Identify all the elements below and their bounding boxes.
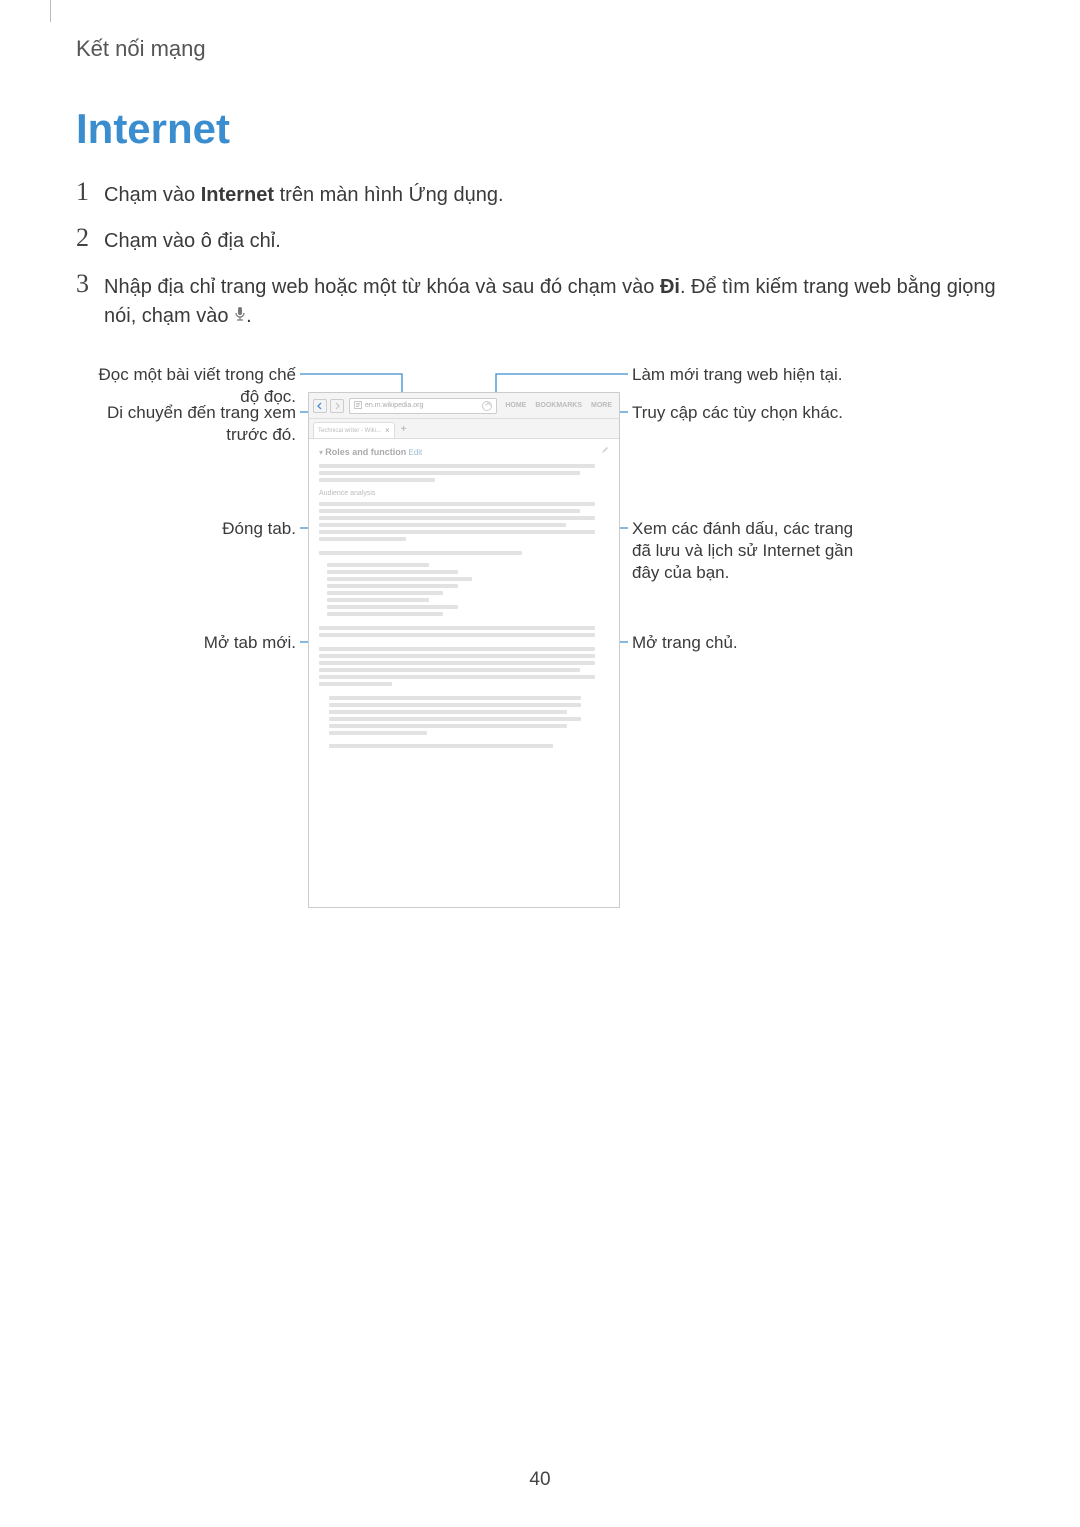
toolbar-home[interactable]: HOME	[502, 402, 529, 409]
tab-close-icon[interactable]: ×	[385, 426, 390, 435]
step-3: 3 Nhập địa chỉ trang web hoặc một từ khó…	[76, 270, 996, 331]
step-text-post: trên màn hình Ứng dụng.	[274, 184, 503, 206]
browser-tab[interactable]: Technical writer - Wiki... ×	[313, 422, 395, 438]
step-1: 1 Chạm vào Internet trên màn hình Ứng dụ…	[76, 178, 996, 210]
step-text-bold: Internet	[201, 184, 274, 206]
content-section-title: Roles and function	[325, 447, 406, 457]
browser-screenshot: en.m.wikipedia.org HOME BOOKMARKS MORE T…	[308, 392, 620, 908]
step-text-pre: Nhập địa chỉ trang web hoặc một từ khóa …	[104, 276, 660, 298]
step-text-pre: Chạm vào	[104, 184, 201, 206]
tab-strip: Technical writer - Wiki... × +	[309, 419, 619, 439]
callout-new-tab: Mở tab mới.	[204, 632, 296, 654]
callout-refresh: Làm mới trang web hiện tại.	[632, 364, 843, 386]
callout-close-tab: Đóng tab.	[222, 518, 296, 540]
steps-list: 1 Chạm vào Internet trên màn hình Ứng dụ…	[76, 178, 996, 345]
forward-button[interactable]	[330, 399, 344, 413]
step-2: 2 Chạm vào ô địa chỉ.	[76, 224, 996, 256]
refresh-icon[interactable]	[482, 401, 492, 411]
toolbar-bookmarks[interactable]: BOOKMARKS	[532, 402, 585, 409]
toolbar-more[interactable]: MORE	[588, 402, 615, 409]
browser-toolbar: en.m.wikipedia.org HOME BOOKMARKS MORE	[309, 393, 619, 419]
callout-home: Mở trang chủ.	[632, 632, 738, 654]
reader-mode-icon[interactable]	[354, 401, 362, 411]
step-number: 2	[76, 224, 104, 251]
step-text-post2: .	[246, 305, 252, 327]
step-number: 3	[76, 270, 104, 297]
callout-back: Di chuyển đến trang xem trước đó.	[76, 402, 296, 446]
callout-more-options: Truy cập các tùy chọn khác.	[632, 402, 843, 424]
step-number: 1	[76, 178, 104, 205]
back-button[interactable]	[313, 399, 327, 413]
step-text: Nhập địa chỉ trang web hoặc một từ khóa …	[104, 270, 996, 331]
page-content: ▾ Roles and function Edit Audience analy…	[309, 439, 619, 757]
address-bar[interactable]: en.m.wikipedia.org	[349, 398, 497, 414]
edit-link[interactable]: Edit	[408, 448, 422, 457]
new-tab-icon[interactable]: +	[401, 424, 407, 435]
step-text-bold: Đi	[660, 276, 680, 298]
page-tab-marker	[50, 0, 51, 22]
breadcrumb: Kết nối mạng	[76, 36, 206, 62]
step-text: Chạm vào Internet trên màn hình Ứng dụng…	[104, 178, 504, 210]
url-text: en.m.wikipedia.org	[365, 402, 423, 409]
page-number: 40	[0, 1469, 1080, 1491]
diagram: Đọc một bài viết trong chế độ đọc. Di ch…	[76, 360, 996, 940]
tab-title: Technical writer - Wiki...	[318, 428, 381, 434]
page-title: Internet	[76, 105, 230, 153]
step-text: Chạm vào ô địa chỉ.	[104, 224, 281, 256]
callout-bookmarks: Xem các đánh dấu, các trang đã lưu và lị…	[632, 518, 862, 584]
microphone-icon	[234, 302, 246, 331]
content-subhead: Audience analysis	[319, 488, 609, 499]
pencil-icon[interactable]	[601, 446, 609, 459]
